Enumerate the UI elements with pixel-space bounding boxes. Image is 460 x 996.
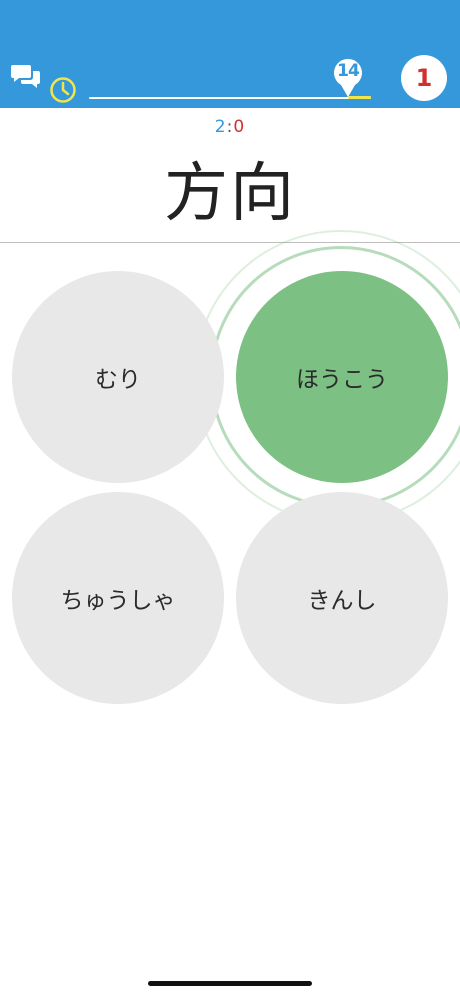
lives-badge: 1: [401, 55, 447, 101]
answer-option-4[interactable]: きんし: [236, 492, 448, 704]
answer-option-3[interactable]: ちゅうしゃ: [12, 492, 224, 704]
remaining-question-count: 14: [337, 61, 360, 81]
score-display: 2:0: [0, 117, 460, 137]
question-word: 方向: [164, 157, 296, 231]
answer-option-1[interactable]: むり: [12, 271, 224, 483]
answer-label: ほうこう: [296, 367, 388, 393]
quiz-screen: 14 1 2:0 方向 むり ほうこう ちゅうしゃ きんし: [0, 0, 460, 996]
timer-progress-bar: [89, 96, 371, 99]
answer-label: ちゅうしゃ: [60, 588, 176, 614]
divider: [0, 242, 460, 243]
clock-icon: [49, 76, 77, 104]
chat-button[interactable]: [10, 63, 42, 91]
player-two-score: 0: [233, 117, 246, 137]
answer-label: むり: [95, 367, 141, 393]
progress-marker: 14: [332, 58, 364, 98]
player-one-score: 2: [214, 117, 227, 137]
home-indicator[interactable]: [148, 981, 312, 986]
top-bar: 14 1: [0, 0, 460, 108]
answer-label: きんし: [307, 588, 377, 614]
answer-option-2[interactable]: ほうこう: [236, 271, 448, 483]
chat-bubbles-icon: [11, 65, 40, 88]
